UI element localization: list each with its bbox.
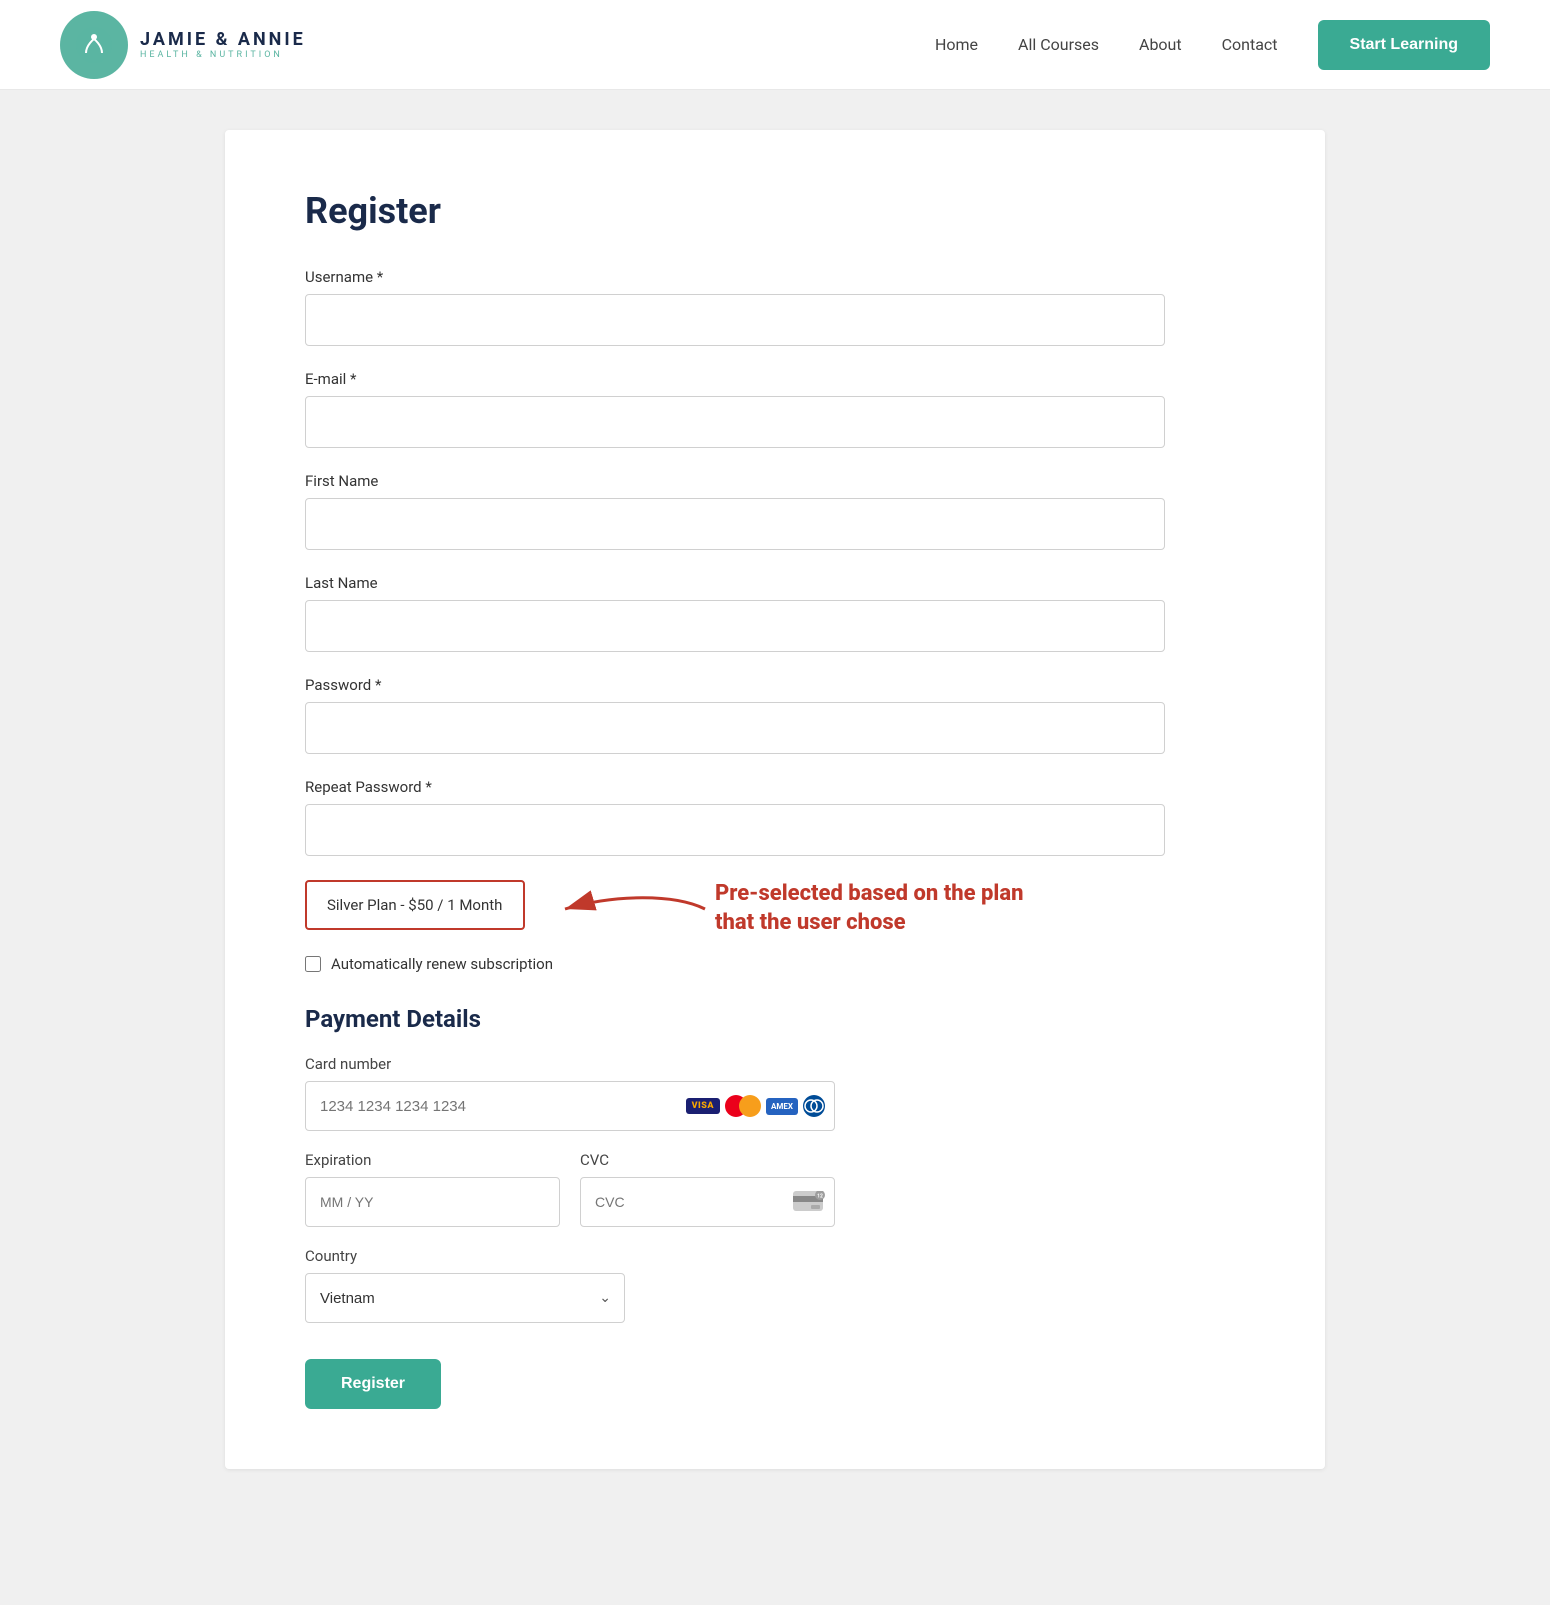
username-group: Username * (305, 268, 1245, 346)
nav-home[interactable]: Home (935, 35, 978, 54)
main-content: Register Username * E-mail * First Name … (0, 90, 1550, 1509)
email-label: E-mail * (305, 370, 1245, 388)
repeat-password-label: Repeat Password * (305, 778, 1245, 796)
logo-title: JAMIE & ANNIE (140, 29, 306, 50)
register-button[interactable]: Register (305, 1359, 441, 1409)
arrow-icon (555, 884, 715, 934)
payment-title: Payment Details (305, 1005, 1245, 1033)
plan-box[interactable]: Silver Plan - $50 / 1 Month (305, 880, 525, 930)
site-header: JAMIE & ANNIE HEALTH & NUTRITION Home Al… (0, 0, 1550, 90)
card-input-wrapper: 1234 1234 1234 1234 VISA AMEX (305, 1081, 835, 1131)
plan-section: Silver Plan - $50 / 1 Month Pre-selected… (305, 880, 1245, 937)
exp-cvc-row: Expiration MM / YY CVC CVC (305, 1151, 835, 1227)
username-input[interactable] (305, 294, 1165, 346)
first-name-input[interactable] (305, 498, 1165, 550)
card-number-label: Card number (305, 1055, 1245, 1073)
last-name-label: Last Name (305, 574, 1245, 592)
logo-subtitle: HEALTH & NUTRITION (140, 50, 306, 60)
card-icons: VISA AMEX (686, 1095, 825, 1117)
nav-contact[interactable]: Contact (1222, 35, 1278, 54)
start-learning-button[interactable]: Start Learning (1318, 20, 1490, 70)
mastercard-icon (725, 1095, 761, 1117)
main-nav: Home All Courses About Contact Start Lea… (935, 20, 1490, 70)
payment-section: Payment Details Card number 1234 1234 12… (305, 1005, 1245, 1409)
plan-box-wrapper: Silver Plan - $50 / 1 Month (305, 880, 525, 930)
password-label: Password * (305, 676, 1245, 694)
auto-renew-label: Automatically renew subscription (331, 955, 553, 973)
repeat-password-group: Repeat Password * (305, 778, 1245, 856)
repeat-password-input[interactable] (305, 804, 1165, 856)
password-group: Password * (305, 676, 1245, 754)
email-group: E-mail * (305, 370, 1245, 448)
country-select[interactable]: Vietnam United States United Kingdom Aus… (305, 1273, 625, 1323)
diners-icon (803, 1095, 825, 1117)
last-name-group: Last Name (305, 574, 1245, 652)
expiration-group: Expiration MM / YY (305, 1151, 560, 1227)
card-number-group: Card number 1234 1234 1234 1234 VISA AME… (305, 1055, 1245, 1131)
form-title: Register (305, 190, 1245, 232)
annotation-area: Pre-selected based on the plan that the … (555, 880, 1055, 937)
auto-renew-checkbox[interactable] (305, 956, 321, 972)
svg-text:12: 12 (817, 1194, 823, 1200)
logo-circle (60, 11, 128, 79)
amex-icon: AMEX (766, 1098, 798, 1115)
register-form-card: Register Username * E-mail * First Name … (225, 130, 1325, 1469)
expiration-input[interactable] (305, 1177, 560, 1227)
first-name-label: First Name (305, 472, 1245, 490)
cvc-card-icon: 12 (793, 1191, 825, 1213)
expiration-label: Expiration (305, 1151, 560, 1169)
email-input[interactable] (305, 396, 1165, 448)
country-label: Country (305, 1247, 625, 1265)
country-select-wrapper: Vietnam United States United Kingdom Aus… (305, 1273, 625, 1323)
auto-renew-row: Automatically renew subscription (305, 955, 1245, 973)
country-group: Country Vietnam United States United Kin… (305, 1247, 625, 1323)
password-input[interactable] (305, 702, 1165, 754)
cvc-group: CVC CVC 12 (580, 1151, 835, 1227)
cvc-input-wrapper: CVC 12 (580, 1177, 835, 1227)
username-label: Username * (305, 268, 1245, 286)
annotation-text: Pre-selected based on the plan that the … (715, 880, 1055, 937)
cvc-label: CVC (580, 1151, 835, 1169)
nav-about[interactable]: About (1139, 35, 1182, 54)
logo[interactable]: JAMIE & ANNIE HEALTH & NUTRITION (60, 11, 306, 79)
visa-icon: VISA (686, 1098, 720, 1114)
nav-all-courses[interactable]: All Courses (1018, 35, 1099, 54)
last-name-input[interactable] (305, 600, 1165, 652)
logo-text: JAMIE & ANNIE HEALTH & NUTRITION (140, 29, 306, 60)
first-name-group: First Name (305, 472, 1245, 550)
